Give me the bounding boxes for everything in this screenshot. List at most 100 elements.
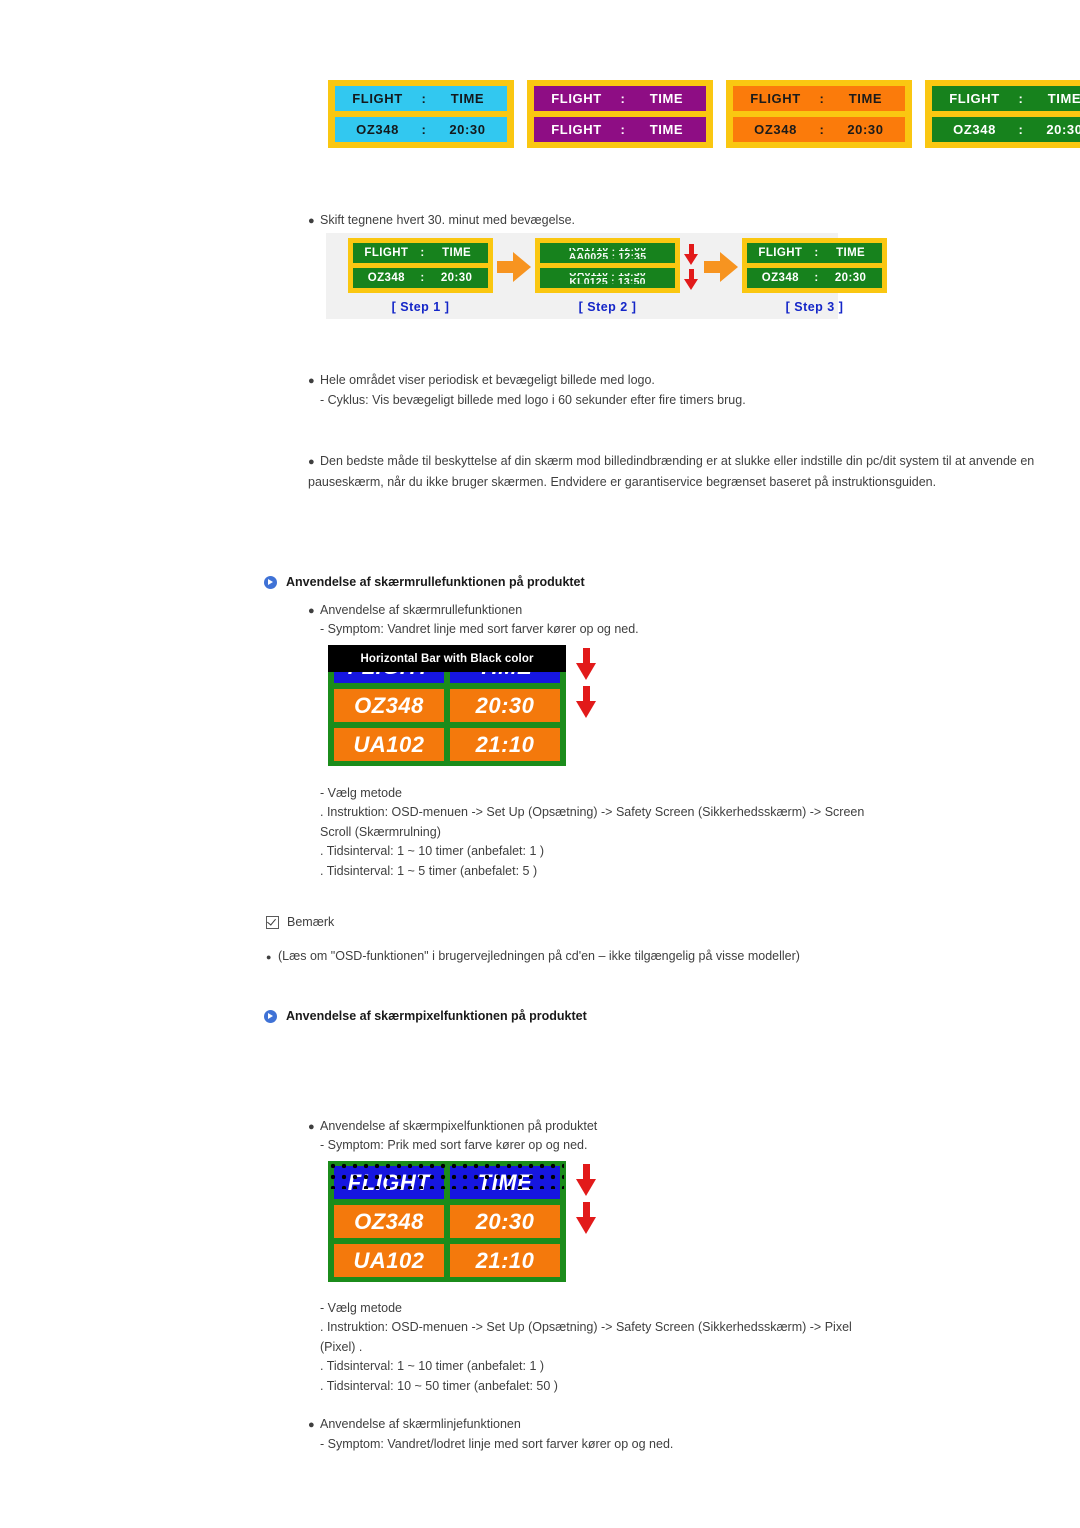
text-pixel-instruction: . Instruktion: OSD-menuen -> Set Up (Ops…	[320, 1318, 865, 1357]
down-arrows-group	[576, 1161, 596, 1234]
tile-label: OZ348	[953, 122, 996, 137]
color-tile-orange: FLIGHT : TIME OZ348 : 20:30	[726, 80, 912, 148]
text-scroll-method-title: - Vælg metode	[320, 784, 402, 804]
text-pixel-interval-1: . Tidsinterval: 1 ~ 10 timer (anbefalet:…	[320, 1357, 544, 1377]
board-row: UA102 21:10	[334, 1244, 560, 1277]
tile-value: TIME	[649, 122, 684, 137]
bullet-text: Den bedste måde til beskyttelse af din s…	[308, 454, 1035, 489]
note-text: (Læs om "OSD-funktionen" i brugervejledn…	[278, 949, 800, 963]
step-label: OZ348	[367, 272, 405, 284]
step-row-scrolling: KA1710 : 12:00 AA0025 : 12:35	[540, 243, 675, 263]
step-row: FLIGHT : TIME	[353, 243, 488, 263]
note-title: Bemærk	[287, 915, 335, 929]
tile-value: TIME	[1047, 91, 1080, 106]
bullet-screen-line-usage: ● Anvendelse af skærmlinjefunktionen	[308, 1415, 521, 1436]
method-line: . Tidsinterval: 1 ~ 10 timer (anbefalet:…	[320, 1359, 545, 1373]
tile-row: FLIGHT : TIME	[335, 86, 507, 111]
step-row: OZ348 : 20:30	[747, 268, 882, 288]
board-cell: OZ348	[334, 1205, 444, 1238]
figure-color-tiles: FLIGHT : TIME OZ348 : 20:30 FLIGHT : TIM…	[328, 80, 1080, 148]
bullet-dot-icon: ●	[308, 215, 315, 227]
bullet-logo-cycle-detail: - Cyklus: Vis bevægeligt billede med log…	[320, 391, 746, 411]
note-heading: Bemærk	[266, 915, 334, 929]
checkbox-icon	[266, 915, 279, 929]
step-panel: FLIGHT : TIME OZ348 : 20:30	[742, 238, 887, 293]
method-line: . Instruktion: OSD-menuen -> Set Up (Ops…	[320, 805, 865, 839]
section-heading-screen-scroll: Anvendelse af skærmrullefunktionen på pr…	[264, 575, 585, 589]
tile-separator: :	[1018, 122, 1024, 137]
step-2: KA1710 : 12:00 AA0025 : 12:35 UA0110 : 1…	[535, 238, 680, 314]
board-cell: UA102	[334, 1244, 444, 1277]
horizontal-black-bar-overlay: Horizontal Bar with Black color	[328, 645, 566, 672]
tile-value: TIME	[848, 91, 883, 106]
tile-value: 20:30	[1046, 122, 1080, 137]
step-label: FLIGHT	[758, 247, 803, 259]
board-row: OZ348 20:30	[334, 1205, 560, 1238]
step-caption: [ Step 1 ]	[391, 300, 450, 314]
bullet-text: Anvendelse af skærmrullefunktionen	[320, 603, 523, 617]
tile-row: OZ348 : 20:30	[733, 117, 905, 142]
tile-separator: :	[620, 122, 626, 137]
step-panel: KA1710 : 12:00 AA0025 : 12:35 UA0110 : 1…	[535, 238, 680, 293]
color-tile-cyan: FLIGHT : TIME OZ348 : 20:30	[328, 80, 514, 148]
tile-row: FLIGHT : TIME	[534, 86, 706, 111]
bullet-screensaver-advice: ● Den bedste måde til beskyttelse af din …	[308, 452, 1068, 492]
tile-value: TIME	[649, 91, 684, 106]
bullet-dot-icon: ●	[308, 605, 315, 617]
text-screen-scroll-symptom: - Symptom: Vandret linje med sort farver…	[320, 620, 639, 640]
tile-separator: :	[620, 91, 626, 106]
bullet-shift-characters: ● Skift tegnene hvert 30. minut med bevæg…	[308, 211, 575, 232]
bullet-dot-icon: ●	[308, 375, 315, 387]
step-label: OZ348	[761, 272, 799, 284]
section-heading-text: Anvendelse af skærmpixelfunktionen på pr…	[286, 1009, 587, 1023]
flight-board: FLIGHT TIME OZ348 20:30 UA102 21:10	[328, 1161, 566, 1282]
bullet-text: Anvendelse af skærmpixelfunktionen på pr…	[320, 1119, 598, 1133]
bullet-subtext: - Cyklus: Vis bevægeligt billede med log…	[320, 393, 746, 407]
step-value: 20:30	[834, 272, 867, 284]
method-line: . Tidsinterval: 10 ~ 50 timer (anbefalet…	[320, 1379, 558, 1393]
down-arrow-icon	[576, 648, 596, 680]
bullet-text: Hele området viser periodisk et bevægeli…	[320, 373, 655, 387]
method-line: . Tidsinterval: 1 ~ 5 timer (anbefalet: …	[320, 864, 538, 878]
figure-scroll-steps: FLIGHT : TIME OZ348 : 20:30 [ Step 1 ] K…	[326, 233, 887, 319]
down-arrow-icon	[576, 686, 596, 718]
step-separator: :	[814, 272, 819, 284]
method-title: - Vælg metode	[320, 1301, 402, 1315]
tile-value: 20:30	[449, 122, 486, 137]
board-cell: TIME	[450, 1166, 560, 1199]
step-3: FLIGHT : TIME OZ348 : 20:30 [ Step 3 ]	[742, 238, 887, 314]
step-row: FLIGHT : TIME	[747, 243, 882, 263]
text-pixel-interval-2: . Tidsinterval: 10 ~ 50 timer (anbefalet…	[320, 1377, 558, 1397]
figure-screen-scroll-board: FLIGHT TIME OZ348 20:30 UA102 21:10 Hori…	[328, 645, 596, 766]
step-row: OZ348 : 20:30	[353, 268, 488, 288]
scroll-text-bottom: AA0025 : 12:35	[568, 251, 647, 263]
down-arrow-icon	[684, 244, 698, 265]
text-scroll-interval-1: . Tidsinterval: 1 ~ 10 timer (anbefalet:…	[320, 842, 544, 862]
tile-label: FLIGHT	[949, 91, 1000, 106]
text-scroll-interval-2: . Tidsinterval: 1 ~ 5 timer (anbefalet: …	[320, 862, 537, 882]
method-title: - Vælg metode	[320, 786, 402, 800]
bullet-logo-cycle: ● Hele området viser periodisk et bevægel…	[308, 371, 655, 392]
bullet-subtext: - Symptom: Prik med sort farve kører op …	[320, 1138, 588, 1152]
text-pixel-method-title: - Vælg metode	[320, 1299, 402, 1319]
section-heading-screen-pixel: Anvendelse af skærmpixelfunktionen på pr…	[264, 1009, 587, 1023]
board-cell: 20:30	[450, 1205, 560, 1238]
tile-row: FLIGHT : TIME	[932, 86, 1080, 111]
bullet-dot-icon: ●	[308, 1419, 315, 1431]
step-separator: :	[420, 247, 425, 259]
tile-label: OZ348	[356, 122, 399, 137]
step-separator: :	[814, 247, 819, 259]
down-arrows-group	[684, 244, 698, 290]
tile-label: FLIGHT	[551, 122, 602, 137]
arrow-bullet-icon	[264, 575, 277, 589]
board-cell: FLIGHT	[334, 1166, 444, 1199]
bullet-text: Skift tegnene hvert 30. minut med bevæge…	[320, 213, 576, 227]
note-body: ● (Læs om "OSD-funktionen" i brugervejled…	[266, 947, 800, 968]
down-arrow-icon	[576, 1202, 596, 1234]
color-tile-green: FLIGHT : TIME OZ348 : 20:30	[925, 80, 1080, 148]
step-label: FLIGHT	[364, 247, 409, 259]
step-value: 20:30	[440, 272, 473, 284]
bullet-dot-icon: ●	[308, 456, 315, 468]
step-1: FLIGHT : TIME OZ348 : 20:30 [ Step 1 ]	[348, 238, 493, 314]
tile-separator: :	[819, 122, 825, 137]
